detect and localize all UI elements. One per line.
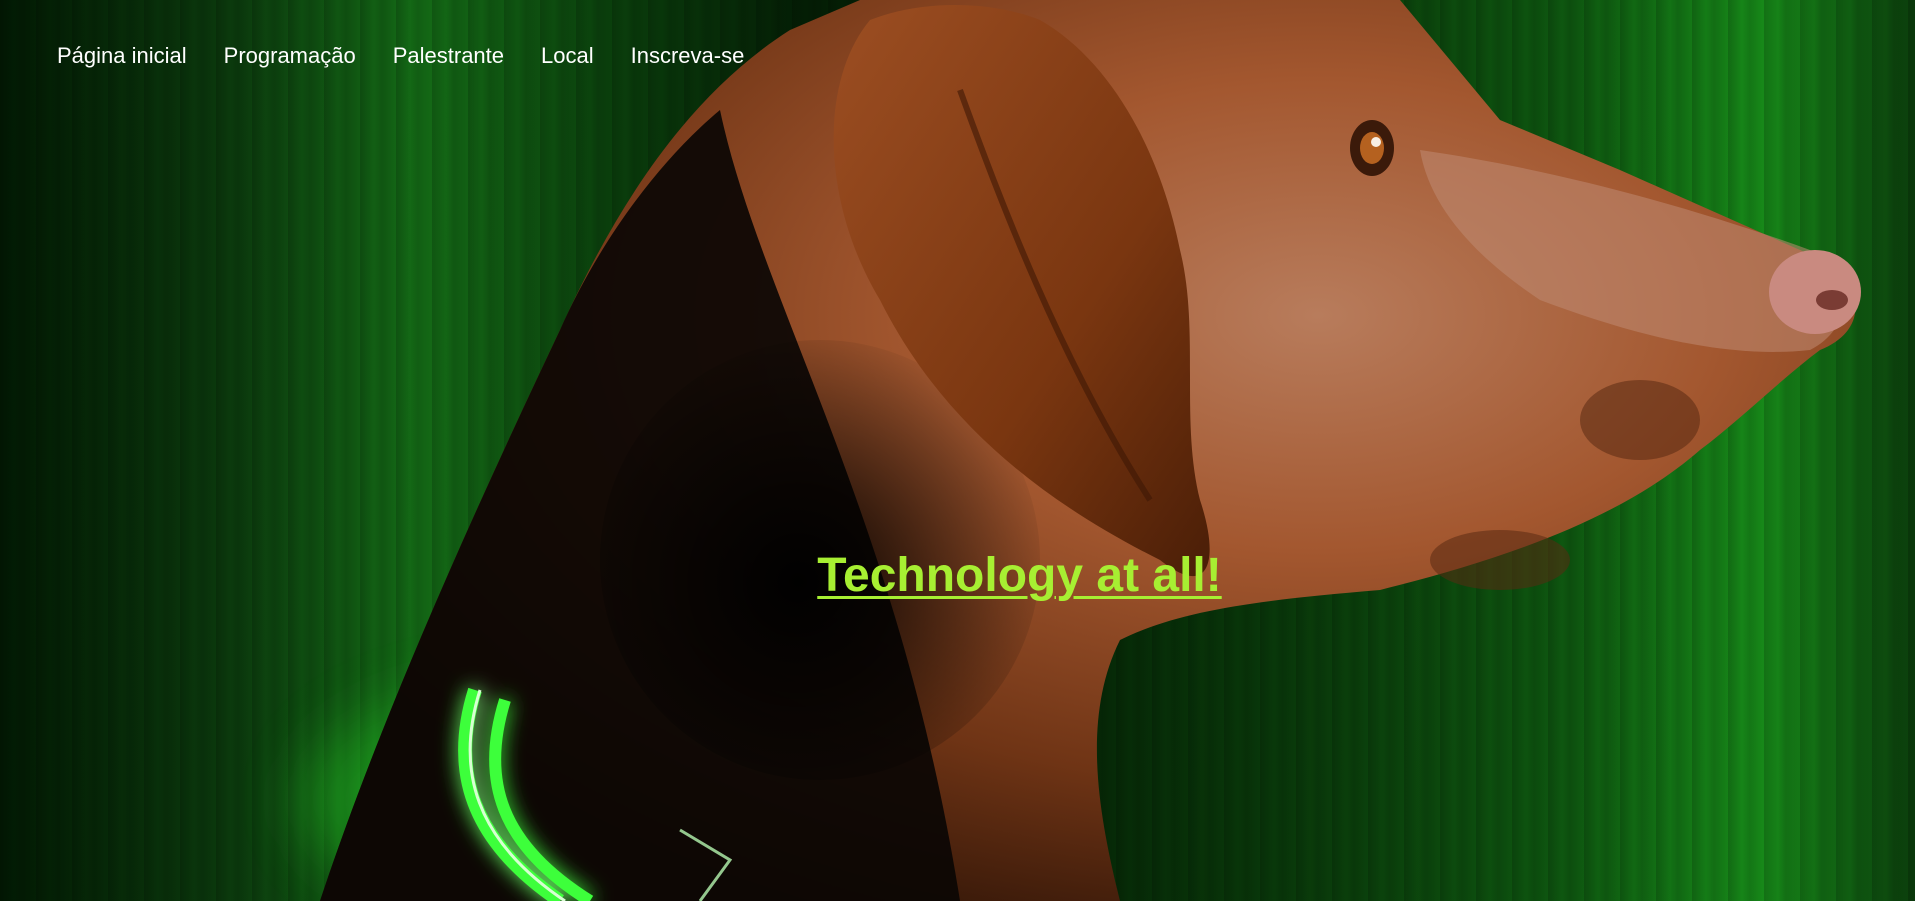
nav-item-speaker[interactable]: Palestrante <box>393 40 504 72</box>
hero-headline-link[interactable]: Technology at all! <box>817 549 1221 602</box>
nav-item-register[interactable]: Inscreva-se <box>631 40 745 72</box>
hero-background-image <box>300 0 1861 901</box>
hero-headline: Technology at all! <box>0 548 1915 603</box>
main-nav: Página inicial Programação Palestrante L… <box>57 40 781 72</box>
hero-section: Página inicial Programação Palestrante L… <box>0 0 1915 901</box>
nav-item-home[interactable]: Página inicial <box>57 40 187 72</box>
nav-item-location[interactable]: Local <box>541 40 594 72</box>
nav-item-schedule[interactable]: Programação <box>224 40 356 72</box>
